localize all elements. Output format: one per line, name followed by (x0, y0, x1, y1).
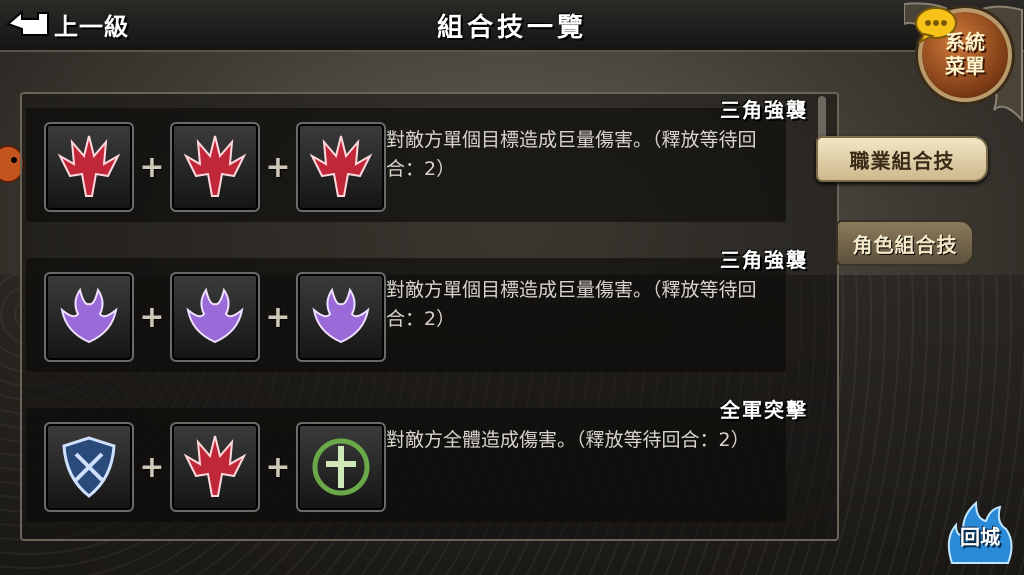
tab-job-combo[interactable]: 職業組合技 (816, 136, 988, 182)
combo-row: 全軍突擊 + + 對敵方全體造成傷害。（釋放等待回合：2） (26, 398, 806, 522)
purple-flame-icon[interactable] (44, 272, 134, 362)
system-menu-label: 系統 菜單 (922, 30, 1008, 78)
plus-icon: + (139, 449, 165, 485)
combo-row: 三角強襲 + + 對敵方單個目標造成巨量傷害。（釋放等待回合：2） (26, 248, 806, 372)
red-trident-icon[interactable] (170, 122, 260, 212)
plus-icon: + (265, 149, 291, 185)
return-to-town-label: 回城 (960, 525, 1000, 549)
system-menu-button[interactable]: 系統 菜單 (915, 7, 1012, 102)
combo-row: 三角強襲 + + 對敵方單個目標造成巨量傷害。（釋放等待回合：2） (26, 98, 806, 222)
green-cross-icon[interactable] (296, 422, 386, 512)
system-menu-label-line2: 菜單 (945, 54, 985, 78)
combo-description: 對敵方單個目標造成巨量傷害。（釋放等待回合：2） (386, 279, 757, 330)
plus-icon: + (139, 299, 165, 335)
combo-name: 三角強襲 (720, 248, 808, 272)
combo-description: 對敵方全體造成傷害。（釋放等待回合：2） (386, 429, 750, 451)
purple-flame-icon[interactable] (296, 272, 386, 362)
red-trident-icon[interactable] (170, 422, 260, 512)
combo-name: 全軍突擊 (720, 398, 808, 422)
combo-description: 對敵方單個目標造成巨量傷害。（釋放等待回合：2） (386, 129, 757, 180)
system-menu-label-line1: 系統 (945, 30, 985, 54)
combo-skill-icons: + + (44, 422, 386, 512)
combo-name: 三角強襲 (720, 98, 808, 122)
return-to-town-button[interactable]: 回城 (942, 499, 1018, 567)
top-bar: 上一級 組合技一覽 (0, 0, 1024, 52)
red-trident-icon[interactable] (296, 122, 386, 212)
blue-shield-icon[interactable] (44, 422, 134, 512)
combo-skill-icons: + + (44, 122, 386, 212)
plus-icon: + (139, 149, 165, 185)
plus-icon: + (265, 449, 291, 485)
combo-skill-icons: + + (44, 272, 386, 362)
plus-icon: + (265, 299, 291, 335)
tab-character-combo[interactable]: 角色組合技 (836, 220, 974, 266)
page-title: 組合技一覽 (436, 13, 587, 43)
purple-flame-icon[interactable] (170, 272, 260, 362)
red-trident-icon[interactable] (44, 122, 134, 212)
combo-list-panel[interactable]: 三角強襲 + + 對敵方單個目標造成巨量傷害。（釋放等待回合：2） 三角強襲 + (20, 92, 839, 541)
